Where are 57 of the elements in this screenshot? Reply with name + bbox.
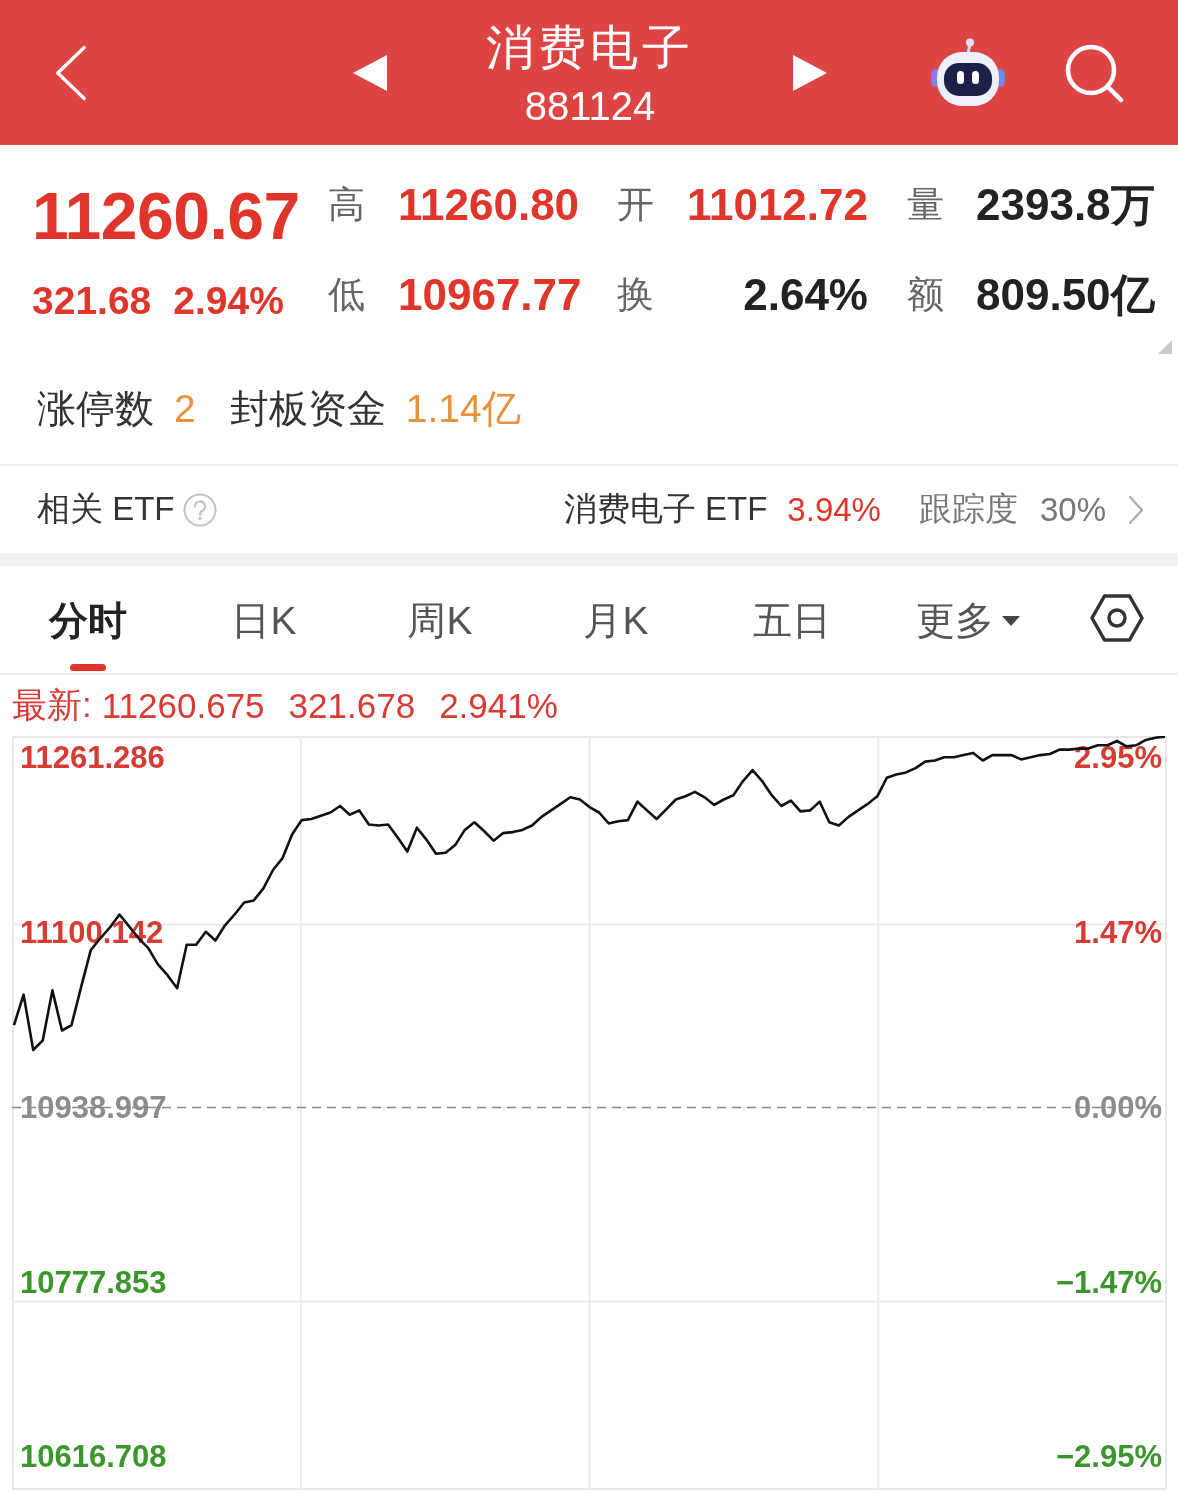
- page-title: 消费电子: [486, 19, 694, 76]
- stat-label: 低: [328, 273, 365, 317]
- latest-change: 321.678: [288, 685, 416, 726]
- caret-down-icon: [1002, 616, 1020, 626]
- right-triangle-icon: [793, 54, 827, 91]
- search-icon: [1064, 42, 1124, 103]
- stat-label: 开: [617, 183, 654, 227]
- stat-value: 2.64%: [743, 270, 868, 320]
- latest-label: 最新:: [12, 684, 92, 726]
- percent-axis-label: 2.95%: [1074, 740, 1162, 776]
- price-axis-label: 10616.708: [20, 1439, 167, 1475]
- price-axis-label: 10777.853: [20, 1264, 167, 1300]
- etf-name[interactable]: 消费电子 ETF: [563, 487, 768, 532]
- sealed-funds-label: 封板资金: [229, 386, 386, 432]
- stat-value: 11012.72: [686, 180, 868, 230]
- stat-label: 高: [328, 183, 365, 227]
- sealed-funds-value: 1.14亿: [405, 386, 521, 432]
- percent-axis-label: −1.47%: [1056, 1264, 1162, 1300]
- percent-axis-label: 1.47%: [1074, 915, 1162, 951]
- stat-label: 换: [617, 273, 654, 317]
- percent-change: 2.94%: [173, 278, 284, 324]
- etf-change: 3.94%: [787, 490, 881, 529]
- stat-label: 额: [907, 273, 944, 317]
- robot-icon: [930, 37, 1006, 108]
- stat-label: 量: [907, 183, 944, 227]
- price-axis-label: 11261.286: [20, 740, 165, 776]
- chevron-right-icon[interactable]: [1128, 494, 1144, 525]
- back-icon: [54, 43, 88, 102]
- price-change: 321.68: [32, 278, 152, 324]
- limit-up-label: 涨停数: [37, 386, 154, 432]
- tracking-value: 30%: [1039, 490, 1106, 529]
- tracking-label: 跟踪度: [918, 489, 1018, 529]
- percent-axis-label: −2.95%: [1056, 1439, 1162, 1475]
- latest-price: 11260.675: [101, 685, 265, 726]
- back-button[interactable]: [54, 43, 88, 102]
- chart-tab[interactable]: 分时: [0, 566, 176, 673]
- next-button[interactable]: [793, 54, 827, 91]
- previous-button[interactable]: [353, 54, 387, 91]
- latest-percent: 2.941%: [439, 685, 558, 726]
- etf-section-label: 相关 ETF: [37, 489, 175, 529]
- limit-up-count: 2: [174, 387, 196, 431]
- assistant-button[interactable]: [930, 37, 1006, 108]
- chart-tab[interactable]: 五日: [704, 566, 880, 673]
- stat-value: 2393.8万: [976, 178, 1155, 231]
- chart-tab[interactable]: 月K: [528, 566, 704, 673]
- chart-tab[interactable]: 周K: [352, 566, 528, 673]
- stat-value: 809.50亿: [976, 268, 1155, 321]
- settings-icon: [1090, 592, 1144, 643]
- index-code: 881124: [524, 82, 656, 130]
- price-axis-label: 10938.997: [20, 1090, 167, 1125]
- left-triangle-icon: [353, 54, 387, 91]
- last-price: 11260.67: [32, 180, 300, 252]
- search-button[interactable]: [1064, 42, 1124, 103]
- stat-value: 11260.80: [398, 180, 580, 230]
- chart-tab[interactable]: 更多: [880, 566, 1056, 673]
- stat-value: 10967.77: [398, 270, 582, 320]
- chart-tab[interactable]: 日K: [176, 566, 352, 673]
